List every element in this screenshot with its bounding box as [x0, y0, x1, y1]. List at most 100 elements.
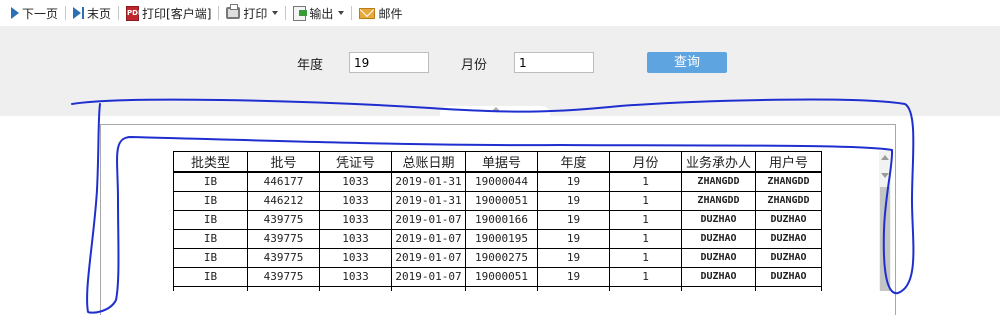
mail-button[interactable]: 邮件 — [356, 2, 405, 24]
scrollbar-thumb[interactable] — [880, 187, 890, 291]
table-cell: ZHANGDD — [755, 190, 822, 211]
print-label: 打印 — [243, 6, 268, 21]
table-cell: DUZHAO — [755, 247, 822, 268]
table-cell: 1 — [609, 266, 682, 287]
toolbar-divider — [65, 6, 67, 20]
column-header: 月份 — [609, 151, 682, 173]
table-row: IB 439775 1033 2019-01-07 19000051 19 1 DUZHAO D… — [173, 266, 822, 287]
table-cell: 1033 — [319, 228, 392, 249]
table-cell: 1033 — [319, 247, 392, 268]
report-table: 批类型 批号 凭证号 总账日期 单据号 年度 月份 业务承办人 用户号 IB 446177 1033… — [173, 151, 822, 291]
column-header: 年度 — [537, 151, 610, 173]
table-cell: 1 — [609, 247, 682, 268]
table-cell: 19000051 — [465, 190, 538, 211]
table-cell: DUZHAO — [755, 285, 822, 291]
table-scrollbar[interactable] — [879, 151, 891, 291]
table-cell: 2019-01-31 — [391, 171, 466, 192]
export-icon — [293, 5, 308, 21]
report-table-container: 批类型 批号 凭证号 总账日期 单据号 年度 月份 业务承办人 用户号 IB 446177 1033… — [173, 151, 823, 291]
year-input[interactable] — [349, 52, 429, 73]
column-header: 总账日期 — [391, 151, 466, 173]
table-cell: ZHANGDD — [681, 171, 756, 192]
column-header: 业务承办人 — [681, 151, 756, 173]
table-cell: 19 — [537, 228, 610, 249]
last-page-icon — [73, 7, 85, 19]
print-client-button[interactable]: PDF 打印[客户端] — [123, 2, 214, 24]
table-cell: DUZHAO — [755, 209, 822, 230]
table-cell — [537, 285, 610, 291]
table-cell: IB — [173, 209, 248, 230]
table-row: IB 446212 1033 2019-01-31 19000051 19 1 ZHANGDD… — [173, 190, 822, 211]
column-header: 用户号 — [755, 151, 822, 173]
export-label: 输出 — [309, 6, 334, 21]
table-cell: 1 — [609, 209, 682, 230]
toolbar-divider — [285, 6, 287, 20]
table-cell: 1033 — [319, 171, 392, 192]
table-cell: 446212 — [247, 190, 320, 211]
table-cell: 2019-01-07 — [391, 266, 466, 287]
table-cell: 19 — [537, 209, 610, 230]
year-label: 年度 — [297, 58, 324, 73]
table-cell: 2019-01-07 — [391, 228, 466, 249]
table-cell: DUZHAO — [681, 247, 756, 268]
column-header: 单据号 — [465, 151, 538, 173]
scroll-up-icon[interactable] — [881, 155, 889, 160]
table-cell: 1033 — [319, 190, 392, 211]
toolbar-divider — [351, 6, 353, 20]
table-cell: 19000275 — [465, 247, 538, 268]
table-cell: 19000195 — [465, 228, 538, 249]
table-row: DUZHAODUZHAO — [173, 285, 822, 291]
table-cell: 2019-01-07 — [391, 247, 466, 268]
table-cell: 19000051 — [465, 266, 538, 287]
table-cell: 19000166 — [465, 209, 538, 230]
table-cell: 439775 — [247, 247, 320, 268]
column-header: 凭证号 — [319, 151, 392, 173]
table-row: IB 439775 1033 2019-01-07 19000275 19 1 DUZHAO D… — [173, 247, 822, 268]
filter-panel: 年度 月份 查询 — [0, 26, 1000, 116]
table-cell: 1033 — [319, 266, 392, 287]
table-cell: 19 — [537, 190, 610, 211]
month-input[interactable] — [514, 52, 594, 73]
toolbar-divider — [218, 6, 220, 20]
table-cell: 2019-01-31 — [391, 190, 466, 211]
chevron-down-icon — [272, 11, 279, 15]
table-cell: IB — [173, 247, 248, 268]
last-page-button[interactable]: 末页 — [70, 2, 114, 24]
table-cell: DUZHAO — [681, 209, 756, 230]
export-button[interactable]: 输出 — [290, 2, 347, 24]
table-cell: DUZHAO — [681, 285, 756, 291]
toolbar-divider — [118, 6, 120, 20]
mail-label: 邮件 — [378, 6, 403, 21]
table-cell: 1 — [609, 190, 682, 211]
chevron-up-icon — [492, 107, 500, 111]
table-row: IB 439775 1033 2019-01-07 19000195 19 1 DUZHAO D… — [173, 228, 822, 249]
table-cell: DUZHAO — [681, 266, 756, 287]
print-button[interactable]: 打印 — [223, 2, 281, 24]
table-cell: ZHANGDD — [681, 190, 756, 211]
chevron-down-icon — [338, 11, 345, 15]
collapse-panel-toggle[interactable] — [440, 106, 550, 116]
table-cell: 1033 — [319, 209, 392, 230]
table-cell — [319, 285, 392, 291]
table-cell: 1 — [609, 171, 682, 192]
table-cell — [391, 285, 466, 291]
mail-icon — [359, 7, 376, 19]
report-toolbar: 下一页 末页 PDF 打印[客户端] 打印 输出 邮件 — [0, 0, 1000, 26]
table-cell: 439775 — [247, 209, 320, 230]
table-cell: ZHANGDD — [755, 171, 822, 192]
column-header: 批号 — [247, 151, 320, 173]
next-page-button[interactable]: 下一页 — [8, 2, 61, 24]
table-row: IB 439775 1033 2019-01-07 19000166 19 1 DUZHAO D… — [173, 209, 822, 230]
query-button[interactable]: 查询 — [647, 52, 727, 73]
table-cell: 19 — [537, 266, 610, 287]
table-cell: IB — [173, 190, 248, 211]
table-cell: IB — [173, 266, 248, 287]
table-cell: 2019-01-07 — [391, 209, 466, 230]
scroll-down-icon[interactable] — [881, 173, 889, 178]
table-cell: DUZHAO — [755, 266, 822, 287]
table-cell: DUZHAO — [681, 228, 756, 249]
last-page-label: 末页 — [87, 6, 112, 21]
table-cell: 19 — [537, 171, 610, 192]
table-header-row: 批类型 批号 凭证号 总账日期 单据号 年度 月份 业务承办人 用户号 — [173, 151, 822, 173]
month-label: 月份 — [461, 58, 488, 73]
